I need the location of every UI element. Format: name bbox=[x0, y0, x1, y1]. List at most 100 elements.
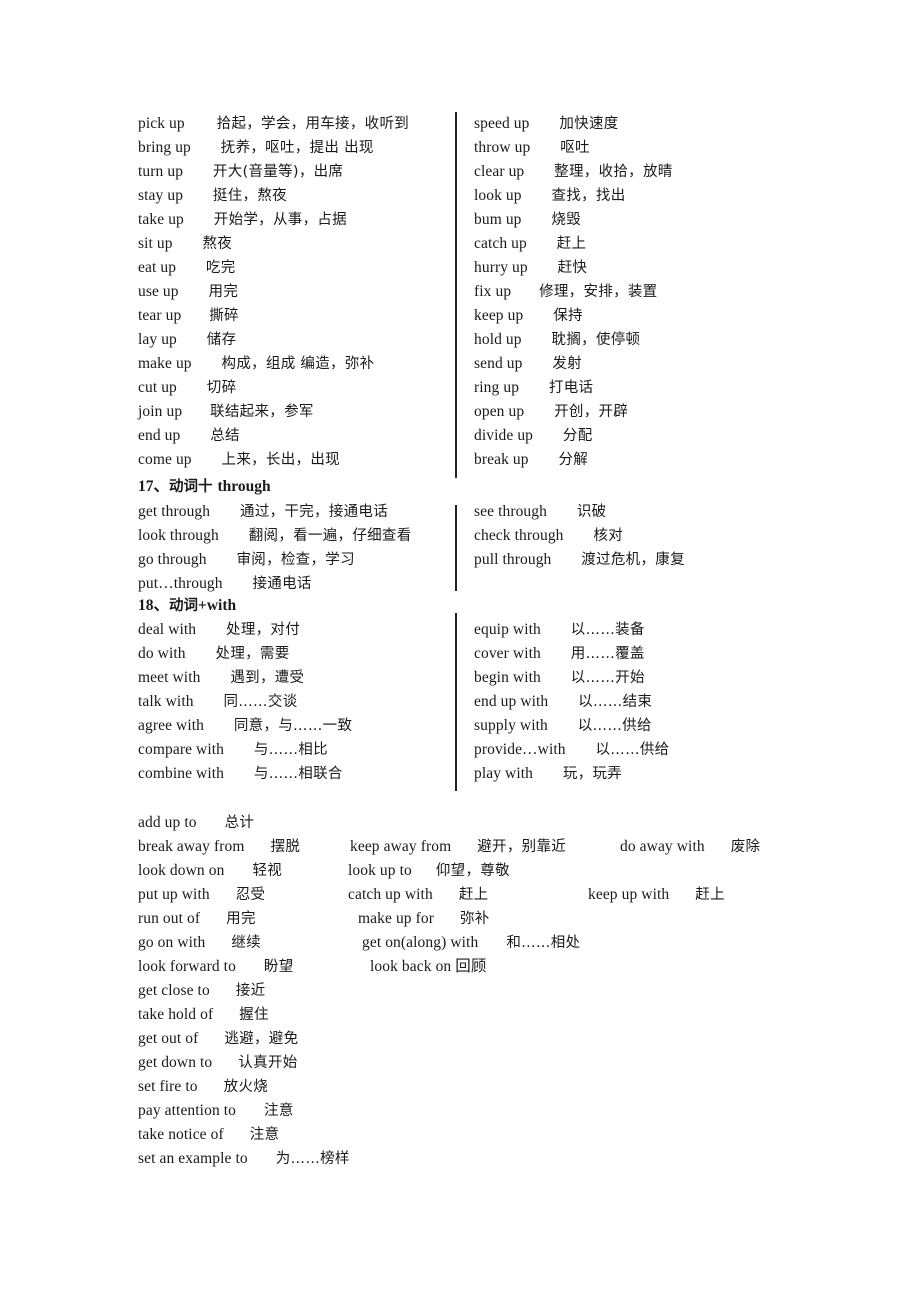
phrase-cn: 接通电话 bbox=[252, 576, 312, 592]
phrase-en: deal with bbox=[138, 621, 197, 638]
phrase-en: break away from bbox=[138, 838, 245, 855]
phrase-en: put…through bbox=[138, 575, 223, 592]
phrase-cn: 仰望，尊敬 bbox=[435, 863, 510, 879]
phrase-cn: 和……相处 bbox=[506, 935, 581, 951]
bottom-cell: add up to 总计 bbox=[138, 811, 254, 835]
phrase-en: end up bbox=[138, 427, 181, 444]
phrase-row: pull through 渡过危机，康复 bbox=[474, 548, 685, 572]
phrase-en: send up bbox=[474, 355, 523, 372]
phrase-en: play with bbox=[474, 765, 534, 782]
phrase-cn: 注意 bbox=[249, 1127, 280, 1143]
phrase-cn: 分解 bbox=[558, 452, 589, 468]
column-divider-up-section bbox=[455, 112, 457, 478]
phrase-en: come up bbox=[138, 451, 192, 468]
phrase-en: sit up bbox=[138, 235, 173, 252]
section-heading-18: 18、动词+with bbox=[138, 594, 236, 618]
phrase-cn: 耽搁，使停顿 bbox=[551, 332, 641, 348]
phrase-cn: 识破 bbox=[576, 504, 607, 520]
phrase-row: cut up 切碎 bbox=[138, 376, 236, 400]
phrase-cn: 切碎 bbox=[206, 380, 237, 396]
phrase-row: go through 审阅，检查，学习 bbox=[138, 548, 355, 572]
phrase-cn: 开始学，从事，占据 bbox=[213, 212, 347, 228]
phrase-row: eat up 吃完 bbox=[138, 256, 236, 280]
phrase-en: catch up bbox=[474, 235, 527, 252]
phrase-cn: 轻视 bbox=[252, 863, 283, 879]
phrase-row: speed up 加快速度 bbox=[474, 112, 619, 136]
phrase-row: use up 用完 bbox=[138, 280, 238, 304]
phrase-cn: 拾起，学会，用车接，收听到 bbox=[216, 116, 410, 132]
phrase-row: hurry up 赶快 bbox=[474, 256, 587, 280]
phrase-en: get out of bbox=[138, 1030, 199, 1047]
phrase-cn: 总计 bbox=[224, 815, 255, 831]
bottom-cell: run out of 用完 bbox=[138, 907, 256, 931]
phrase-row: bum up 烧毁 bbox=[474, 208, 581, 232]
phrase-cn: 联结起来，参军 bbox=[210, 404, 314, 420]
phrase-cn: 忍受 bbox=[235, 887, 266, 903]
phrase-en: get down to bbox=[138, 1054, 213, 1071]
phrase-cn: 构成，组成 编造，弥补 bbox=[221, 356, 375, 372]
phrase-row: deal with 处理，对付 bbox=[138, 618, 300, 642]
phrase-row: get through 通过，干完，接通电话 bbox=[138, 500, 388, 524]
phrase-cn: 上来，长出，出现 bbox=[221, 452, 340, 468]
phrase-en: look up bbox=[474, 187, 522, 204]
phrase-cn: 抚养，呕吐，提出 出现 bbox=[220, 140, 374, 156]
phrase-row: talk with 同……交谈 bbox=[138, 690, 297, 714]
bottom-cell: put up with 忍受 bbox=[138, 883, 265, 907]
bottom-cell: get on(along) with 和……相处 bbox=[362, 931, 580, 955]
phrase-en: pull through bbox=[474, 551, 552, 568]
phrase-row: play with 玩，玩弄 bbox=[474, 762, 622, 786]
phrase-en: divide up bbox=[474, 427, 534, 444]
bottom-cell: take hold of 握住 bbox=[138, 1003, 269, 1027]
phrase-cn: 呕吐 bbox=[560, 140, 590, 156]
phrase-cn: 赶上 bbox=[695, 887, 725, 903]
phrase-en: agree with bbox=[138, 717, 204, 734]
phrase-en: see through bbox=[474, 503, 547, 520]
phrase-row: check through 核对 bbox=[474, 524, 623, 548]
phrase-en: keep up with bbox=[588, 886, 670, 903]
phrase-row: keep up 保持 bbox=[474, 304, 583, 328]
phrase-en: pick up bbox=[138, 115, 185, 132]
phrase-cn: 分配 bbox=[562, 428, 593, 444]
bottom-cell: look up to 仰望，尊敬 bbox=[348, 859, 510, 883]
phrase-cn: 翻阅，看一遍，仔细查看 bbox=[248, 528, 412, 544]
bottom-cell: set an example to 为……榜样 bbox=[138, 1147, 350, 1171]
phrase-en: get through bbox=[138, 503, 211, 520]
phrase-en: set fire to bbox=[138, 1078, 198, 1095]
phrase-en: set an example to bbox=[138, 1150, 248, 1167]
phrase-en: supply with bbox=[474, 717, 548, 734]
phrase-cn: 与……相比 bbox=[253, 742, 328, 758]
phrase-row: supply with 以……供给 bbox=[474, 714, 652, 738]
phrase-row: divide up 分配 bbox=[474, 424, 593, 448]
phrase-cn: 放火烧 bbox=[223, 1079, 269, 1095]
section-label-en: through bbox=[217, 478, 271, 495]
phrase-en: break up bbox=[474, 451, 529, 468]
phrase-row: sit up 熬夜 bbox=[138, 232, 232, 256]
phrase-cn: 挺住，熬夜 bbox=[212, 188, 287, 204]
phrase-cn: 认真开始 bbox=[238, 1055, 298, 1071]
phrase-en: pay attention to bbox=[138, 1102, 237, 1119]
phrase-en: throw up bbox=[474, 139, 531, 156]
phrase-cn: 为……榜样 bbox=[275, 1151, 350, 1167]
phrase-cn: 渡过危机，康复 bbox=[581, 552, 685, 568]
phrase-cn: 继续 bbox=[231, 935, 261, 951]
phrase-row: combine with 与……相联合 bbox=[138, 762, 343, 786]
phrase-en: keep up bbox=[474, 307, 524, 324]
phrase-cn: 以……供给 bbox=[595, 742, 670, 758]
section-number: 17、 bbox=[138, 478, 170, 495]
phrase-en: use up bbox=[138, 283, 179, 300]
phrase-cn: 以……结束 bbox=[578, 694, 653, 710]
bottom-cell: do away with 废除 bbox=[620, 835, 760, 859]
phrase-en: provide…with bbox=[474, 741, 566, 758]
bottom-cell: make up for 弥补 bbox=[358, 907, 490, 931]
phrase-en: hold up bbox=[474, 331, 522, 348]
phrase-cn: 发射 bbox=[552, 356, 582, 372]
phrase-en: look up to bbox=[348, 862, 412, 879]
phrase-en: make up for bbox=[358, 910, 434, 927]
phrase-row: hold up 耽搁，使停顿 bbox=[474, 328, 640, 352]
phrase-cn: 打电话 bbox=[548, 380, 594, 396]
phrase-en: look forward to bbox=[138, 958, 236, 975]
phrase-en: lay up bbox=[138, 331, 177, 348]
phrase-en: equip with bbox=[474, 621, 541, 638]
phrase-cn: 核对 bbox=[593, 528, 624, 544]
phrase-row: clear up 整理，收拾，放晴 bbox=[474, 160, 673, 184]
